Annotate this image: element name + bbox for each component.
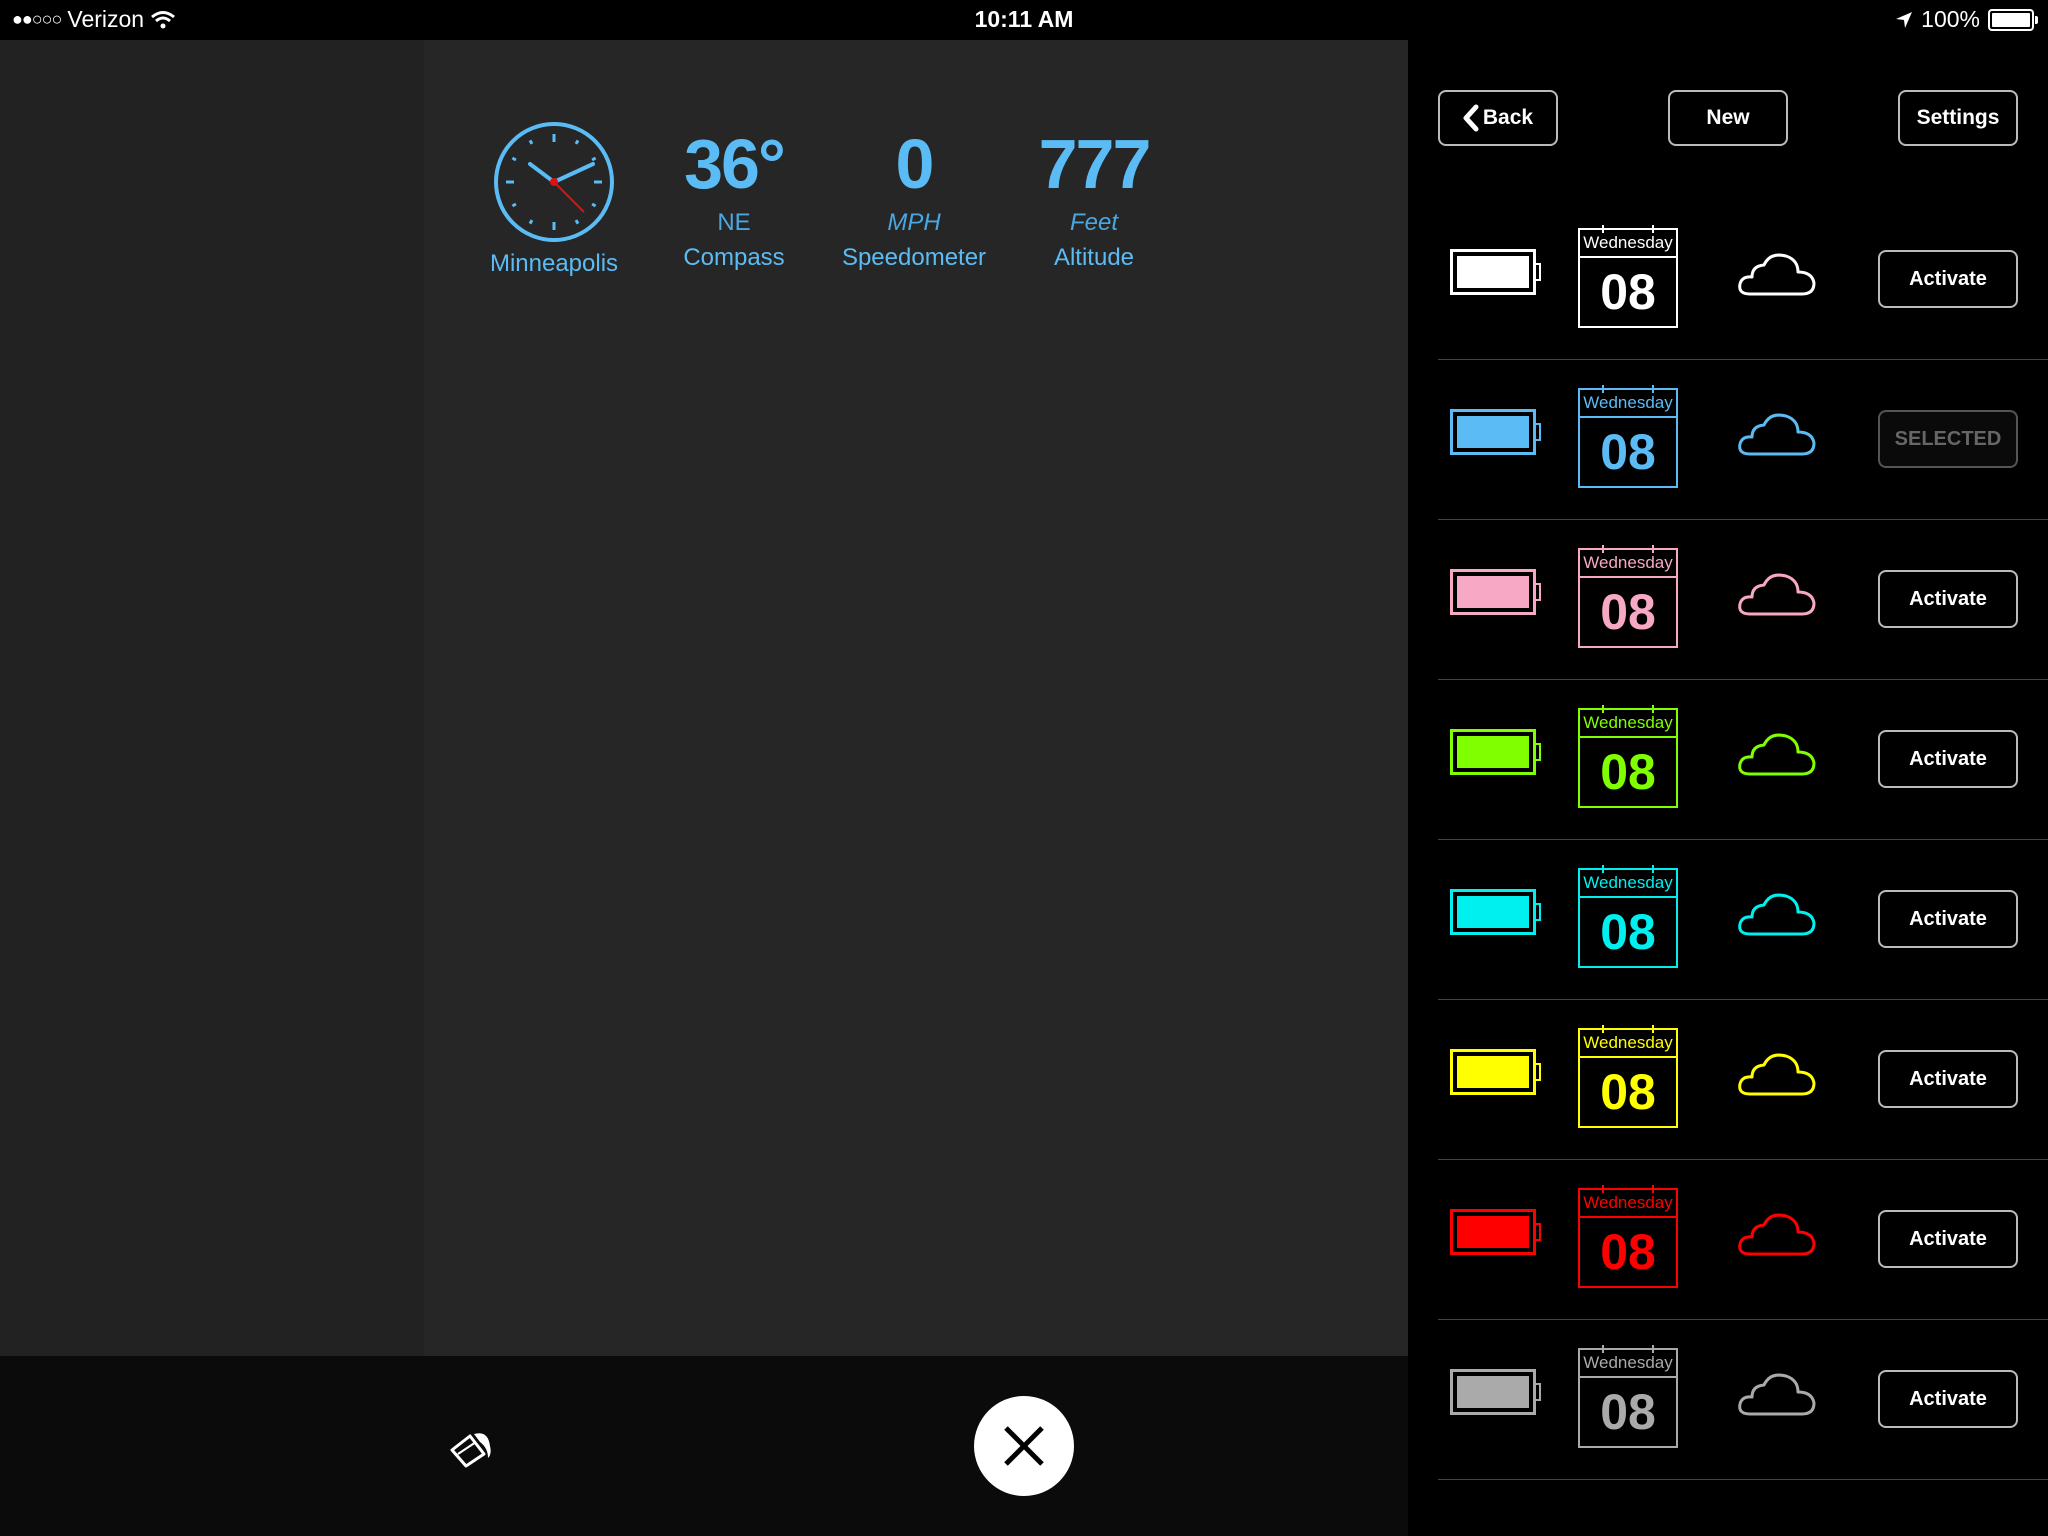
back-label: Back	[1482, 106, 1534, 129]
calendar-icon: Wednesday 08	[1578, 865, 1678, 968]
activate-button[interactable]: Activate	[1878, 1050, 2018, 1108]
selected-button[interactable]: SELECTED	[1878, 410, 2018, 468]
battery-status: 100%	[1895, 6, 2038, 33]
theme-row: Wednesday 08 Activate	[1438, 200, 2048, 360]
calendar-date: 08	[1600, 1224, 1656, 1280]
theme-panel: Back New Settings Wednesday 08 Activate Wed…	[1408, 40, 2048, 1536]
activate-button[interactable]: Activate	[1878, 570, 2018, 628]
battery-fill	[1457, 896, 1529, 928]
altitude-value: 777	[1038, 125, 1152, 203]
battery-icon	[1450, 569, 1541, 615]
battery-fill	[1457, 1216, 1529, 1248]
calendar-icon: Wednesday 08	[1578, 1345, 1678, 1448]
cloud-icon	[1738, 1053, 1816, 1096]
theme-row: Wednesday 08 SELECTED	[1438, 360, 2048, 520]
cloud-icon	[1738, 413, 1816, 456]
clock-widget: Minneapolis	[464, 120, 644, 280]
battery-fill	[1457, 1056, 1529, 1088]
back-button[interactable]: Back	[1438, 90, 1558, 146]
calendar-date: 08	[1600, 264, 1656, 320]
clock-city: Minneapolis	[489, 250, 619, 277]
calendar-icon: Wednesday 08	[1578, 385, 1678, 488]
calendar-icon: Wednesday 08	[1578, 225, 1678, 328]
calendar-day: Wednesday	[1580, 710, 1676, 738]
battery-fill	[1457, 416, 1529, 448]
calendar-icon: Wednesday 08	[1578, 705, 1678, 808]
calendar-date: 08	[1600, 584, 1656, 640]
altitude-widget: 777 Feet Altitude	[1004, 120, 1184, 274]
calendar-day: Wednesday	[1580, 230, 1676, 258]
calendar-icon: Wednesday 08	[1578, 1185, 1678, 1288]
preview-left-strip	[0, 40, 424, 1356]
battery-percent: 100%	[1921, 6, 1980, 32]
battery-icon	[1450, 1369, 1541, 1415]
theme-row: Wednesday 08 Activate	[1438, 1320, 2048, 1480]
calendar-date: 08	[1600, 744, 1656, 800]
calendar-icon: Wednesday 08	[1578, 545, 1678, 648]
battery-fill	[1457, 576, 1529, 608]
settings-button[interactable]: Settings	[1898, 90, 2018, 146]
battery-icon	[1450, 249, 1541, 295]
calendar-date: 08	[1600, 424, 1656, 480]
compass-direction: NE	[717, 209, 751, 236]
compass-label: Compass	[683, 244, 785, 271]
speedometer-widget: 0 MPH Speedometer	[824, 120, 1004, 274]
speed-unit: MPH	[887, 209, 941, 236]
status-bar: ●●○○○ Verizon 10:11 AM 100%	[0, 0, 2048, 40]
compass-widget: 36° NE Compass	[644, 120, 824, 274]
altitude-label: Altitude	[1053, 244, 1135, 271]
battery-icon	[1988, 8, 2038, 31]
speedometer-label: Speedometer	[841, 244, 987, 271]
cloud-icon	[1738, 1373, 1816, 1416]
calendar-day: Wednesday	[1580, 550, 1676, 578]
bottom-toolbar	[0, 1356, 1408, 1536]
battery-fill	[1457, 736, 1529, 768]
calendar-day: Wednesday	[1580, 1350, 1676, 1378]
calendar-day: Wednesday	[1580, 1190, 1676, 1218]
new-button[interactable]: New	[1668, 90, 1788, 146]
theme-row: Wednesday 08 Activate	[1438, 1000, 2048, 1160]
calendar-icon: Wednesday 08	[1578, 1025, 1678, 1128]
battery-fill	[1457, 1376, 1529, 1408]
calendar-date: 08	[1600, 904, 1656, 960]
cloud-icon	[1738, 253, 1816, 296]
location-arrow-icon	[1896, 11, 1913, 28]
battery-icon	[1450, 1049, 1541, 1095]
calendar-date: 08	[1600, 1384, 1656, 1440]
battery-icon	[1450, 409, 1541, 455]
theme-preview: Minneapolis 36° NE Compass 0 MPH Speedom…	[424, 40, 1408, 1356]
chevron-left-icon	[1463, 104, 1479, 132]
battery-fill	[1457, 256, 1529, 288]
activate-button[interactable]: Activate	[1878, 730, 2018, 788]
paint-bucket-icon[interactable]	[444, 1420, 500, 1476]
cloud-icon	[1738, 573, 1816, 616]
status-time: 10:11 AM	[974, 6, 1074, 32]
theme-row: Wednesday 08 Activate	[1438, 1160, 2048, 1320]
calendar-day: Wednesday	[1580, 390, 1676, 418]
activate-button[interactable]: Activate	[1878, 250, 2018, 308]
speed-value: 0	[895, 125, 935, 203]
calendar-day: Wednesday	[1580, 870, 1676, 898]
close-icon	[1004, 1426, 1044, 1466]
activate-button[interactable]: Activate	[1878, 1210, 2018, 1268]
activate-button[interactable]: Activate	[1878, 1370, 2018, 1428]
compass-value: 36°	[684, 125, 786, 203]
close-button[interactable]	[974, 1396, 1074, 1496]
cloud-icon	[1738, 1213, 1816, 1256]
calendar-day: Wednesday	[1580, 1030, 1676, 1058]
theme-row: Wednesday 08 Activate	[1438, 840, 2048, 1000]
analog-clock-icon	[494, 122, 614, 242]
battery-icon	[1450, 1209, 1541, 1255]
cloud-icon	[1738, 893, 1816, 936]
altitude-unit: Feet	[1069, 209, 1119, 236]
battery-icon	[1450, 729, 1541, 775]
calendar-date: 08	[1600, 1064, 1656, 1120]
battery-icon	[1450, 889, 1541, 935]
theme-row: Wednesday 08 Activate	[1438, 520, 2048, 680]
theme-row: Wednesday 08 Activate	[1438, 680, 2048, 840]
activate-button[interactable]: Activate	[1878, 890, 2018, 948]
cloud-icon	[1738, 733, 1816, 776]
